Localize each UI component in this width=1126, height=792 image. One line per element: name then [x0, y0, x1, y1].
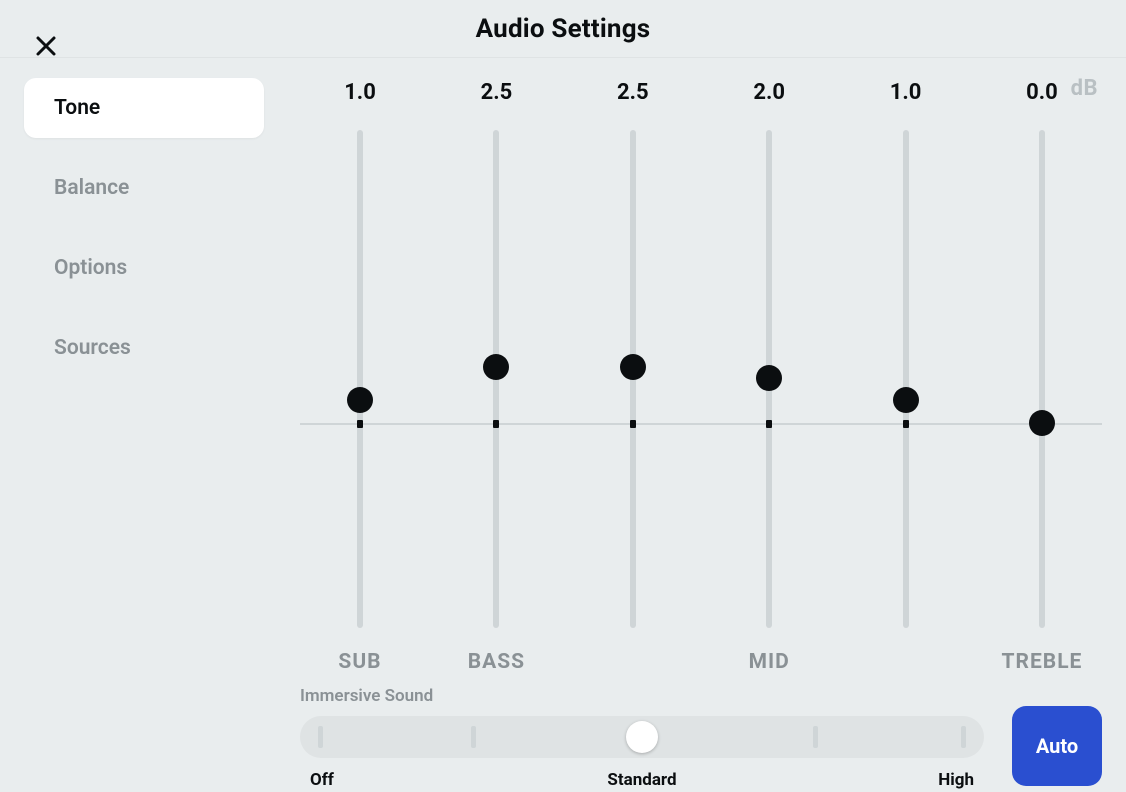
eq-band-knob[interactable] [893, 387, 919, 413]
eq-band: 0.0TREBLE [982, 58, 1102, 638]
tab-label: Balance [54, 176, 129, 200]
immersive-tick-off [318, 726, 323, 748]
eq-band-track[interactable] [903, 130, 909, 628]
audio-settings-window: Audio Settings Tone Balance Options Sour… [0, 0, 1126, 792]
eq-band-label: SUB [338, 650, 381, 674]
eq-band: 2.5 [573, 58, 693, 638]
equalizer: dB 1.0SUB2.5BASS2.52.0MID1.00.0TREBLE [300, 58, 1102, 638]
immersive-tick [813, 726, 818, 748]
eq-zero-tick [357, 420, 363, 428]
eq-band-knob[interactable] [483, 354, 509, 380]
eq-band-knob[interactable] [347, 387, 373, 413]
tab-sources[interactable]: Sources [24, 318, 264, 378]
immersive-tick [471, 726, 476, 748]
eq-band-value: 2.0 [753, 80, 785, 110]
equalizer-columns: 1.0SUB2.5BASS2.52.0MID1.00.0TREBLE [300, 58, 1102, 638]
immersive-tick-high [961, 726, 966, 748]
sidebar: Tone Balance Options Sources [0, 58, 280, 792]
auto-button[interactable]: Auto [1012, 706, 1102, 786]
main-panel: dB 1.0SUB2.5BASS2.52.0MID1.00.0TREBLE Im… [280, 58, 1126, 792]
tab-balance[interactable]: Balance [24, 158, 264, 218]
tab-label: Options [54, 256, 127, 280]
eq-band-label: BASS [468, 650, 525, 674]
eq-band: 2.5BASS [436, 58, 556, 638]
tab-label: Sources [54, 336, 131, 360]
eq-zero-tick [903, 420, 909, 428]
eq-band-label: MID [749, 650, 790, 674]
eq-band-value: 0.0 [1026, 80, 1058, 110]
immersive-labels: Off Standard High [300, 770, 984, 792]
immersive-title: Immersive Sound [300, 686, 984, 706]
eq-band-knob[interactable] [756, 365, 782, 391]
eq-zero-tick [493, 420, 499, 428]
auto-button-label: Auto [1036, 734, 1078, 758]
tab-options[interactable]: Options [24, 238, 264, 298]
eq-band-value: 2.5 [481, 80, 513, 110]
eq-band: 1.0SUB [300, 58, 420, 638]
eq-band-knob[interactable] [620, 354, 646, 380]
close-icon [34, 34, 58, 58]
eq-band-value: 1.0 [344, 80, 376, 110]
immersive-slider-knob[interactable] [626, 721, 658, 753]
eq-band: 2.0MID [709, 58, 829, 638]
tab-label: Tone [54, 96, 100, 120]
close-button[interactable] [30, 30, 62, 62]
eq-band-knob[interactable] [1029, 410, 1055, 436]
eq-zero-tick [766, 420, 772, 428]
immersive-label-off: Off [310, 770, 334, 790]
eq-band-label: TREBLE [1002, 650, 1083, 674]
immersive-sound-section: Immersive Sound Off Standard High [300, 686, 1102, 792]
eq-band-track[interactable] [1039, 130, 1045, 628]
eq-band: 1.0 [846, 58, 966, 638]
eq-band-value: 1.0 [890, 80, 922, 110]
immersive-label-high: High [938, 770, 974, 790]
page-title: Audio Settings [476, 14, 651, 44]
content: Tone Balance Options Sources dB 1.0SUB2.… [0, 58, 1126, 792]
eq-band-value: 2.5 [617, 80, 649, 110]
immersive-label-standard: Standard [607, 770, 676, 790]
header: Audio Settings [0, 0, 1126, 58]
immersive-slider-track[interactable] [300, 716, 984, 758]
tab-tone[interactable]: Tone [24, 78, 264, 138]
eq-zero-tick [630, 420, 636, 428]
eq-band-track[interactable] [357, 130, 363, 628]
